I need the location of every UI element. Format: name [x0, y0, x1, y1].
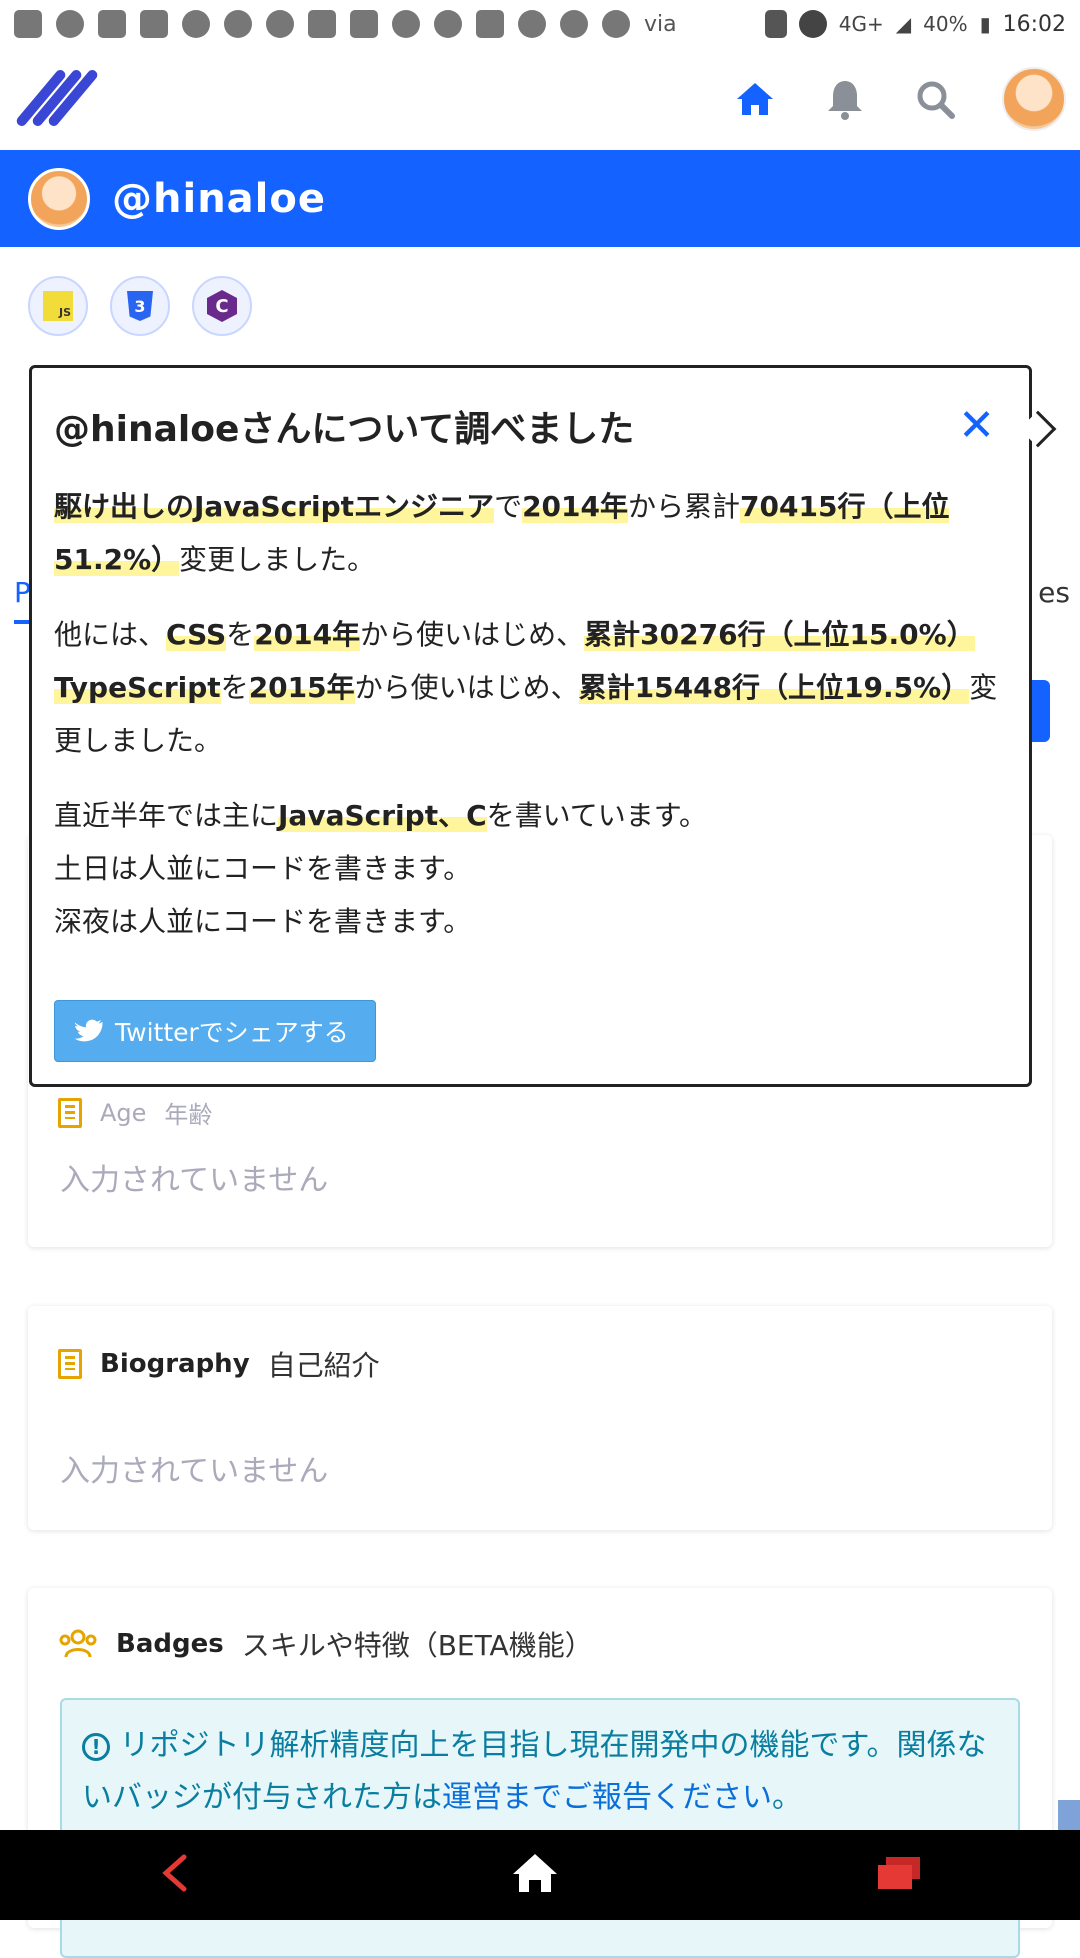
report-link[interactable]: 運営までご報告ください: [442, 1780, 772, 1815]
gmail-icon: [98, 10, 126, 38]
c-badge[interactable]: C: [192, 276, 252, 336]
age-label-ja: 年齢: [164, 1101, 213, 1129]
signal-icon: ◢: [895, 12, 912, 36]
popup-arrow: [1019, 410, 1057, 448]
chat-icon: [560, 10, 588, 38]
mail-check-icon: [350, 10, 378, 38]
system-status: 4G+ ◢ 40% ▮ 16:02: [764, 10, 1066, 38]
close-icon[interactable]: ✕: [958, 400, 995, 451]
gmail-icon: [140, 10, 168, 38]
text: から使いはじめ、: [354, 671, 579, 704]
scrollbar[interactable]: [1058, 1800, 1080, 1830]
year-highlight: 2014年: [522, 490, 629, 523]
biography-label-ja: 自己紹介: [267, 1349, 380, 1382]
share-label: Twitterでシェアする: [115, 1018, 349, 1047]
summary-paragraph-2: 他には、CSSを2014年から使いはじめ、累計30276行（上位15.0%）Ty…: [54, 608, 1007, 767]
twitter-icon: [75, 1019, 103, 1042]
building-icon: [58, 1097, 82, 1128]
messenger-icon: [14, 10, 42, 38]
wifi-call-icon: [602, 10, 630, 38]
bell-icon[interactable]: [822, 76, 868, 122]
pinwheel-icon: [182, 10, 210, 38]
building-icon: [58, 1349, 82, 1379]
system-navigation-bar: [0, 1830, 1080, 1920]
via-label: via: [644, 11, 677, 37]
profile-header: @hinaloe: [0, 150, 1080, 247]
twitter-share-button[interactable]: Twitterでシェアする: [54, 1000, 376, 1062]
lines-highlight: 累計15448行（上位19.5%）: [578, 671, 970, 704]
users-icon: [59, 1629, 97, 1658]
summary-paragraph-3: 直近半年では主にJavaScript、Cを書いています。 土日は人並にコードを書き…: [54, 789, 1007, 948]
text: から累計: [628, 490, 741, 523]
biography-card: Biography 自己紹介 入力されていません: [28, 1306, 1052, 1530]
summary-popup: @hinaloeさんについて調べました ✕ 駆け出しのJavaScriptエンジ…: [29, 365, 1057, 1087]
app-logo[interactable]: [14, 61, 100, 137]
nfc-icon: [764, 10, 787, 38]
language-badges: JS 3 C: [28, 276, 252, 336]
year-highlight: 2014年: [254, 618, 361, 651]
text: 変更しました。: [179, 543, 376, 576]
battery-icon: ▮: [979, 12, 991, 36]
user-avatar[interactable]: [1002, 67, 1066, 131]
gmail-icon: [308, 10, 336, 38]
status-bar: via 4G+ ◢ 40% ▮ 16:02: [0, 0, 1080, 48]
tab-repositories[interactable]: es: [1038, 576, 1070, 609]
text: を: [226, 618, 255, 651]
text: 直近半年では主に: [54, 799, 279, 832]
c-icon: C: [207, 290, 237, 322]
badges-header: Badges スキルや特徴（BETA機能）: [58, 1624, 593, 1664]
info-icon: !: [82, 1732, 110, 1761]
javascript-badge[interactable]: JS: [28, 276, 88, 336]
javascript-icon: JS: [43, 291, 73, 321]
badges-label-en: Badges: [116, 1629, 224, 1659]
twitter-icon: [518, 10, 546, 38]
summary-paragraph-1: 駆け出しのJavaScriptエンジニアで2014年から累計70415行（上位5…: [54, 480, 1007, 586]
home-icon[interactable]: [732, 76, 778, 122]
recent-apps-icon[interactable]: [876, 1855, 922, 1895]
dnd-icon: [798, 10, 827, 38]
clock: 16:02: [1002, 11, 1066, 37]
badges-label-ja: スキルや特徴（BETA機能）: [241, 1629, 593, 1662]
crescent-icon: [224, 10, 252, 38]
network-label: 4G+: [838, 12, 884, 36]
profile-avatar: [28, 167, 90, 230]
year-highlight: 2015年: [248, 671, 355, 704]
top-navigation: [0, 48, 1080, 150]
lang-highlight: CSS: [166, 618, 227, 651]
langs-highlight: JavaScript、C: [278, 799, 487, 832]
app-icon: [434, 10, 462, 38]
css3-icon: 3: [127, 291, 153, 321]
home-icon[interactable]: [511, 1852, 559, 1898]
notice-end: 。: [772, 1780, 802, 1815]
age-field: Age 年齢: [58, 1095, 212, 1130]
search-icon[interactable]: [912, 76, 958, 122]
weekend-text: 土日は人並にコードを書きます。: [54, 852, 472, 885]
text: を: [220, 671, 249, 704]
text: から使いはじめ、: [360, 618, 585, 651]
biography-label-en: Biography: [100, 1349, 250, 1379]
age-value: 入力されていません: [60, 1163, 329, 1198]
role-highlight: 駆け出しのJavaScriptエンジニア: [54, 490, 495, 523]
biography-header: Biography 自己紹介: [58, 1344, 380, 1384]
lang-highlight: TypeScript: [54, 671, 221, 704]
back-icon[interactable]: [158, 1853, 194, 1897]
text: で: [494, 490, 523, 523]
age-label-en: Age: [100, 1098, 147, 1127]
lines-highlight: 累計30276行（上位15.0%）: [584, 618, 975, 651]
biography-value: 入力されていません: [60, 1454, 329, 1489]
text: 他には、: [54, 618, 167, 651]
latenight-text: 深夜は人並にコードを書きます。: [54, 905, 472, 938]
retweet-icon: [476, 10, 504, 38]
battery-label: 40%: [923, 12, 968, 36]
css3-badge[interactable]: 3: [110, 276, 170, 336]
popup-title: @hinaloeさんについて調べました: [54, 409, 635, 450]
profile-username: @hinaloe: [112, 175, 326, 222]
bell-icon: [392, 10, 420, 38]
slack-icon: [56, 10, 84, 38]
text: を書いています。: [486, 799, 707, 832]
crescent-icon: [266, 10, 294, 38]
notification-icons: via: [14, 10, 677, 38]
